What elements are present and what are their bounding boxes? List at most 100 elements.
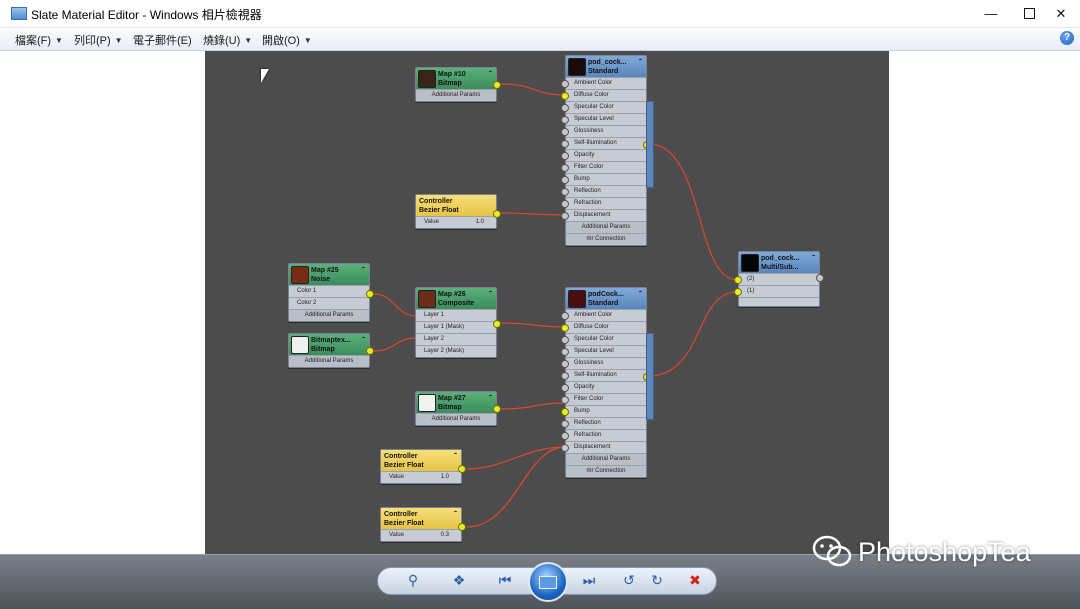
menu-email[interactable]: 電子郵件(E) (133, 32, 192, 48)
bitmap2-output-port[interactable] (366, 347, 374, 355)
minimize-node-icon[interactable]: - (362, 333, 365, 342)
map10-output-port[interactable] (493, 81, 501, 89)
node-controller-2[interactable]: Controller Bezier Float - Value 1.0 (380, 449, 466, 484)
node-controller-3[interactable]: Controller Bezier Float - Value 0.3 (380, 507, 466, 542)
ctrl3-value[interactable]: 0.3 (441, 530, 449, 541)
ctrl2-value[interactable]: 1.0 (441, 472, 449, 483)
map25-slot-color2[interactable]: Color 2 (289, 297, 369, 309)
standard1-slot-port[interactable] (561, 176, 569, 184)
standard2-slot[interactable]: Refraction (561, 429, 646, 441)
standard2-slot-port[interactable] (561, 420, 569, 428)
standard2-slot-port[interactable] (561, 408, 569, 416)
help-icon[interactable]: ? (1060, 31, 1074, 45)
standard1-slot[interactable]: Diffuse Color (561, 89, 646, 101)
ctrl3-value-row[interactable]: Value 0.3 (381, 529, 461, 541)
standard2-slot[interactable]: Diffuse Color (561, 321, 646, 333)
standard1-slot-port[interactable] (561, 200, 569, 208)
node-map26[interactable]: Map #26 Composite - Layer 1 Layer 1 (Mask)… (415, 287, 501, 358)
rotate-right-button[interactable]: ↻ (645, 567, 669, 593)
node-multi-sub[interactable]: pod_cock... Multi/Sub... - (2) (1) (734, 251, 824, 307)
standard2-slot[interactable]: Ambient Color (561, 309, 646, 321)
map27-output-port[interactable] (493, 405, 501, 413)
map10-additional-params[interactable]: Additional Params (416, 89, 496, 101)
menu-print[interactable]: 列印(P) ▼ (74, 32, 123, 48)
standard1-slot-port[interactable] (561, 188, 569, 196)
standard2-slot-port[interactable] (561, 348, 569, 356)
ctrl2-value-row[interactable]: Value 1.0 (381, 471, 461, 483)
standard1-slot[interactable]: Bump (561, 173, 646, 185)
standard2-slot[interactable]: Self-Illumination (561, 369, 646, 381)
standard2-slot-port[interactable] (561, 312, 569, 320)
multi-slot-1[interactable]: (1) (734, 285, 819, 297)
multi-slot-1-port[interactable] (734, 288, 742, 296)
zoom-button[interactable]: ⚲ (398, 567, 428, 593)
previous-button[interactable]: ⏮ (490, 567, 520, 593)
standard2-slot-port[interactable] (561, 372, 569, 380)
standard1-slot[interactable]: Glossiness (561, 125, 646, 137)
ctrl3-output-port[interactable] (458, 523, 466, 531)
standard1-slot[interactable]: Specular Level (561, 113, 646, 125)
minimize-node-icon[interactable]: - (489, 67, 492, 76)
fit-window-button[interactable]: ❖ (446, 567, 472, 593)
standard1-slot-port[interactable] (561, 92, 569, 100)
map27-additional-params[interactable]: Additional Params (416, 413, 496, 425)
map26-slot-layer1-mask[interactable]: Layer 1 (Mask) (416, 321, 496, 333)
minimize-node-icon[interactable]: - (489, 391, 492, 400)
standard1-slot-port[interactable] (561, 128, 569, 136)
standard1-slot-port[interactable] (561, 104, 569, 112)
standard2-slot-port[interactable] (561, 396, 569, 404)
ctrl2-output-port[interactable] (458, 465, 466, 473)
standard1-slot-port[interactable] (561, 152, 569, 160)
standard1-slot-port[interactable] (561, 80, 569, 88)
minimize-node-icon[interactable]: - (639, 287, 642, 296)
minimize-node-icon[interactable]: - (812, 251, 815, 260)
minimize-button[interactable]: — (970, 0, 1012, 27)
minimize-node-icon[interactable]: - (454, 507, 457, 516)
standard1-slot[interactable]: Specular Color (561, 101, 646, 113)
standard2-slot-port[interactable] (561, 432, 569, 440)
menu-open[interactable]: 開啟(O) ▼ (262, 32, 312, 48)
multi-output-port[interactable] (816, 274, 824, 282)
multi-slot-2[interactable]: (2) (734, 273, 819, 285)
minimize-node-icon[interactable]: - (489, 287, 492, 296)
minimize-node-icon[interactable]: - (362, 263, 365, 272)
close-button[interactable]: ✕ (1040, 0, 1080, 27)
minimize-node-icon[interactable]: - (454, 449, 457, 458)
standard1-slot[interactable]: Displacement (561, 209, 646, 221)
ctrl1-value-row[interactable]: Value 1.0 (416, 216, 496, 228)
standard1-additional-params[interactable]: Additional Params (566, 221, 646, 233)
map25-output-port[interactable] (366, 290, 374, 298)
standard2-slot-port[interactable] (561, 336, 569, 344)
menu-burn[interactable]: 燒錄(U) ▼ (203, 32, 252, 48)
standard2-slot[interactable]: Filter Color (561, 393, 646, 405)
standard1-slot[interactable]: Self-Illumination (561, 137, 646, 149)
node-map25[interactable]: Map #25 Noise - Color 1 Color 2 Additional… (288, 263, 374, 322)
map26-output-port[interactable] (493, 320, 501, 328)
node-controller-1[interactable]: Controller Bezier Float Value 1.0 (415, 194, 501, 229)
standard2-slot[interactable]: Reflection (561, 417, 646, 429)
standard1-slot-port[interactable] (561, 116, 569, 124)
map25-additional-params[interactable]: Additional Params (289, 309, 369, 321)
standard1-slot[interactable]: Opacity (561, 149, 646, 161)
rotate-left-button[interactable]: ↺ (617, 567, 641, 593)
standard2-slot[interactable]: Glossiness (561, 357, 646, 369)
standard1-slot[interactable]: Reflection (561, 185, 646, 197)
minimize-node-icon[interactable]: - (639, 55, 642, 64)
standard2-additional-params[interactable]: Additional Params (566, 453, 646, 465)
standard1-slot-port[interactable] (561, 212, 569, 220)
map25-slot-color1[interactable]: Color 1 (289, 285, 369, 297)
standard1-slot-port[interactable] (561, 164, 569, 172)
node-bitmap2[interactable]: Bitmaptex... Bitmap - Additional Params (288, 333, 374, 368)
standard2-slot[interactable]: Displacement (561, 441, 646, 453)
slideshow-button[interactable] (528, 562, 568, 602)
standard1-slot[interactable]: Refraction (561, 197, 646, 209)
standard1-slot[interactable]: Ambient Color (561, 77, 646, 89)
standard2-slot[interactable]: Opacity (561, 381, 646, 393)
node-map27[interactable]: Map #27 Bitmap - Additional Params (415, 391, 501, 426)
standard1-slot-port[interactable] (561, 140, 569, 148)
bitmap2-additional-params[interactable]: Additional Params (289, 355, 369, 367)
next-button[interactable]: ⏭ (574, 567, 604, 593)
node-map10[interactable]: Map #10 Bitmap - Additional Params (415, 67, 501, 102)
standard2-slot-port[interactable] (561, 360, 569, 368)
standard2-mr-connection[interactable]: mr Connection (566, 465, 646, 477)
